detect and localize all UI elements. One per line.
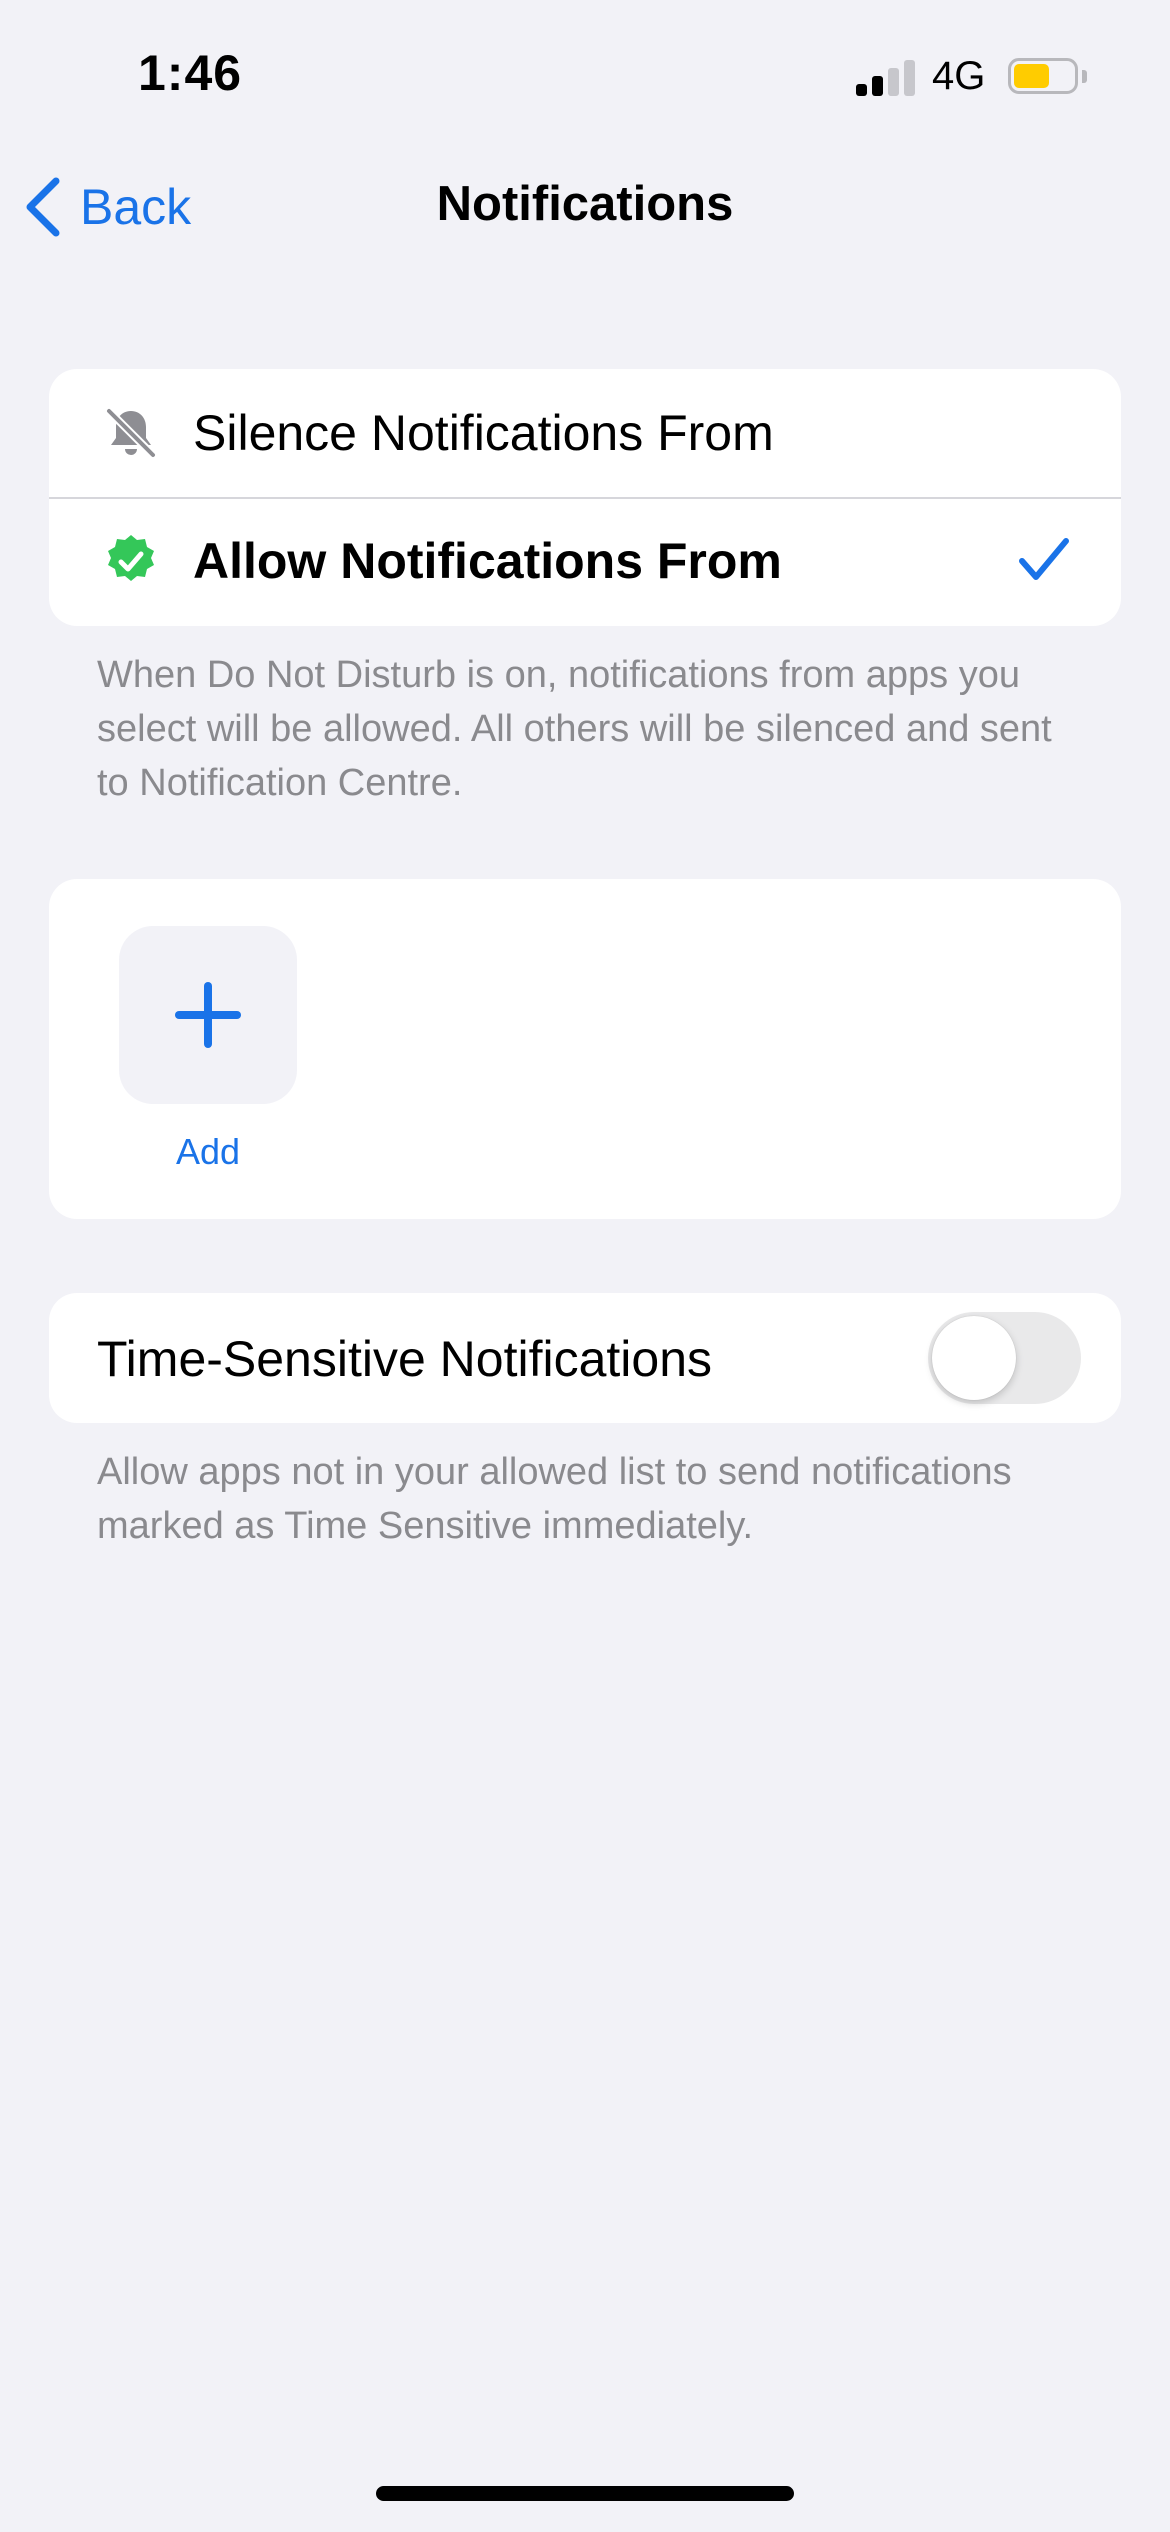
add-app-label[interactable]: Add [119, 1131, 297, 1173]
toggle-knob [932, 1316, 1016, 1400]
battery-nub [1082, 70, 1087, 83]
time-sensitive-footnote: Allow apps not in your allowed list to s… [97, 1451, 1012, 1547]
battery-fill [1014, 64, 1049, 88]
page-title: Notifications [436, 177, 734, 231]
option-silence-notifications[interactable]: Silence Notifications From [49, 369, 1121, 497]
option-allow-label: Allow Notifications From [193, 533, 782, 589]
allowed-apps-card: Add [49, 879, 1121, 1219]
green-check-badge-icon [108, 535, 154, 581]
plus-icon [175, 982, 241, 1048]
home-indicator[interactable] [376, 2486, 794, 2501]
bell-slash-icon [105, 407, 157, 459]
option-silence-label: Silence Notifications From [193, 405, 774, 461]
status-time: 1:46 [138, 45, 243, 101]
notification-mode-card: Silence Notifications From Allow Notific… [49, 369, 1121, 626]
add-app-button[interactable] [119, 926, 297, 1104]
notifications-screen: 1:46 4G Back Notifications Silence Notif… [0, 0, 1170, 2532]
option-allow-notifications[interactable]: Allow Notifications From [49, 497, 1121, 625]
battery-icon [1008, 58, 1088, 98]
mode-footnote: When Do Not Disturb is on, notifications… [97, 654, 1052, 804]
signal-bar [904, 60, 915, 96]
signal-bar [872, 76, 883, 96]
checkmark-icon [1019, 538, 1069, 580]
time-sensitive-toggle[interactable] [928, 1312, 1081, 1404]
signal-bar [856, 84, 867, 96]
signal-bar [888, 68, 899, 96]
network-type: 4G [932, 54, 986, 98]
time-sensitive-card: Time-Sensitive Notifications [49, 1293, 1121, 1423]
cellular-signal-icon [856, 58, 916, 96]
time-sensitive-label: Time-Sensitive Notifications [97, 1331, 713, 1387]
